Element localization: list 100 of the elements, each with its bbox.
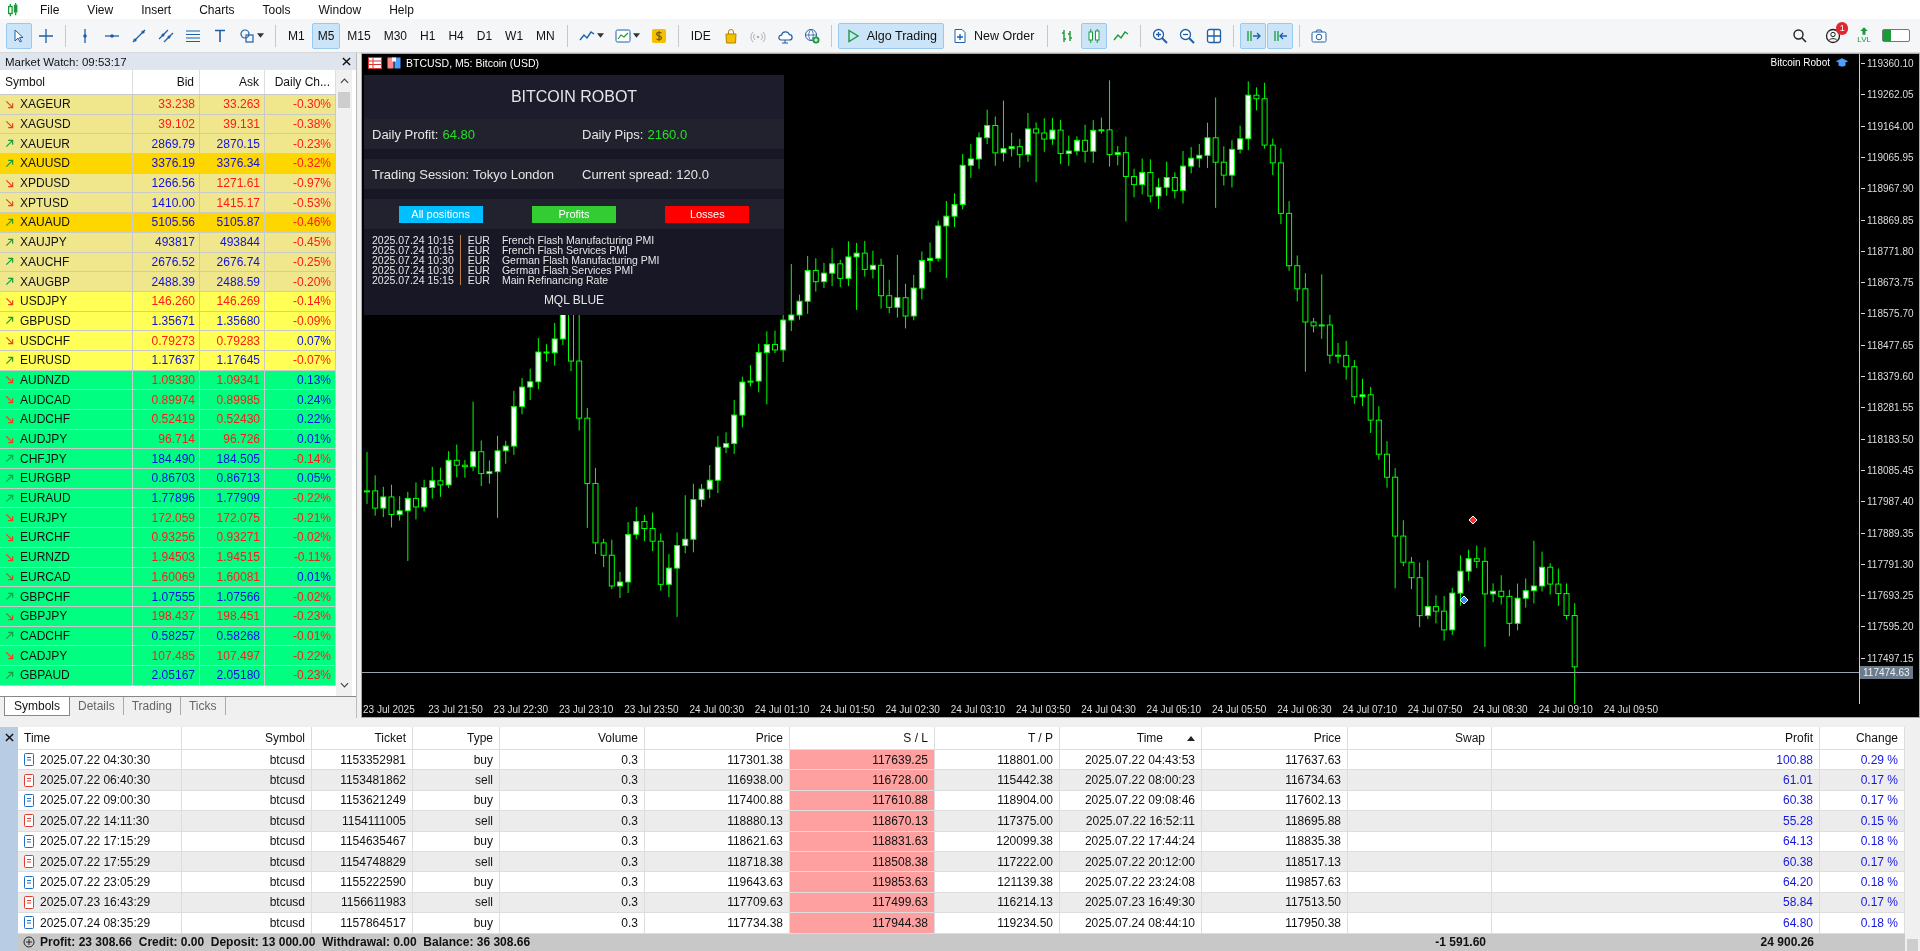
symbol-row[interactable]: GBPCHF 1.07555 1.07566 -0.02% bbox=[0, 587, 336, 607]
symbol-row[interactable]: AUDJPY 96.714 96.726 0.01% bbox=[0, 429, 336, 450]
timeframe-button[interactable]: D1 bbox=[470, 22, 499, 49]
symbol-row[interactable]: XAUEUR 2869.79 2870.15 -0.23% bbox=[0, 134, 336, 155]
lines-icon bbox=[185, 27, 201, 44]
menu-item[interactable]: File bbox=[26, 2, 74, 17]
column-header[interactable]: Price bbox=[1202, 727, 1348, 749]
toolbar-button[interactable] bbox=[1081, 22, 1108, 49]
column-header[interactable]: Profit bbox=[1492, 727, 1820, 749]
column-header[interactable]: Volume bbox=[500, 727, 645, 749]
symbol-row[interactable]: EURAUD 1.77896 1.77909 -0.22% bbox=[0, 488, 336, 509]
symbol-row[interactable]: EURGBP 0.86703 0.86713 0.05% bbox=[0, 469, 336, 489]
toolbar-button[interactable] bbox=[1240, 22, 1267, 49]
column-header[interactable]: Swap bbox=[1348, 727, 1492, 749]
expand-icon[interactable] bbox=[23, 936, 35, 949]
menu-item[interactable]: Help bbox=[375, 2, 428, 17]
column-header[interactable]: Type bbox=[413, 727, 500, 749]
scroll-thumb[interactable] bbox=[1907, 939, 1918, 951]
position-row[interactable]: 2025.07.22 17:55:29 btcusd 1154748829 sell 0.3 118718.38 118508.38 117222.00 2025.07.22 20:12:00 118517.13 60.38 0.17 % bbox=[18, 851, 1905, 873]
menu-item[interactable]: Tools bbox=[248, 2, 305, 17]
symbol-row[interactable]: EURNZD 1.94503 1.94515 -0.11% bbox=[0, 547, 336, 568]
news-currency: EUR bbox=[467, 235, 490, 245]
column-header[interactable]: Ask bbox=[200, 70, 265, 94]
position-row[interactable]: 2025.07.23 16:43:29 btcusd 1156611983 sell 0.3 117709.63 117499.63 116214.13 2025.07.23 16:49:30 117513.50 58.84 0.17 % bbox=[18, 892, 1905, 914]
column-header[interactable]: Bid bbox=[133, 70, 200, 94]
timeframe-button[interactable]: MN bbox=[530, 22, 561, 49]
symbol-row[interactable]: GBPAUD 2.05167 2.05180 -0.23% bbox=[0, 665, 336, 686]
panel-tab[interactable]: Details bbox=[70, 697, 124, 715]
symbol-row[interactable]: GBPJPY 198.437 198.451 -0.23% bbox=[0, 606, 336, 627]
symbol-row[interactable]: XAGUSD 39.102 39.131 -0.38% bbox=[0, 114, 336, 135]
timeframe-button[interactable]: H1 bbox=[414, 22, 442, 49]
timeframe-button[interactable]: H4 bbox=[442, 22, 470, 49]
column-header[interactable]: S / L bbox=[790, 727, 935, 749]
close-icon[interactable] bbox=[342, 57, 351, 66]
channel-icon bbox=[158, 27, 174, 44]
symbol-row[interactable]: USDJPY 146.260 146.269 -0.14% bbox=[0, 291, 336, 312]
column-header[interactable]: T / P bbox=[935, 727, 1060, 749]
symbol-row[interactable]: AUDCAD 0.89974 0.89985 0.24% bbox=[0, 390, 336, 410]
timeframe-button[interactable]: W1 bbox=[499, 22, 530, 49]
timeframe-button[interactable]: M5 bbox=[311, 22, 341, 49]
close-icon[interactable] bbox=[4, 733, 14, 742]
battery-icon bbox=[1882, 29, 1910, 42]
algo-trading-button[interactable]: Algo Trading bbox=[837, 22, 944, 49]
column-header[interactable]: Symbol bbox=[182, 727, 312, 749]
position-row[interactable]: 2025.07.24 08:35:29 btcusd 1157864517 buy 0.3 117734.38 117944.38 119234.50 2025.07.24 08:44:10 117950.38 64.80 0.18 % bbox=[18, 913, 1905, 934]
menu-item[interactable]: View bbox=[73, 2, 128, 17]
symbol-row[interactable]: EURUSD 1.17637 1.17645 -0.07% bbox=[0, 350, 336, 371]
symbol-row[interactable]: AUDNZD 1.09330 1.09341 0.13% bbox=[0, 370, 336, 391]
symbol-row[interactable]: XAUAUD 5105.56 5105.87 -0.46% bbox=[0, 213, 336, 233]
column-header[interactable]: Time bbox=[1060, 727, 1202, 749]
symbol-row[interactable]: USDCHF 0.79273 0.79283 0.07% bbox=[0, 331, 336, 351]
symbol-row[interactable]: AUDCHF 0.52419 0.52430 0.22% bbox=[0, 410, 336, 430]
notifications-button[interactable]: 1 bbox=[1820, 22, 1847, 49]
scrollbar[interactable] bbox=[336, 70, 352, 696]
position-row[interactable]: 2025.07.22 06:40:30 btcusd 1153481862 sell 0.3 116938.00 116728.00 115442.38 2025.07.22 08:00:23 116734.63 61.01 0.17 % bbox=[18, 770, 1905, 791]
symbol-row[interactable]: EURJPY 172.059 172.075 -0.21% bbox=[0, 508, 336, 529]
symbol-row[interactable]: XPTUSD 1410.00 1415.17 -0.53% bbox=[0, 193, 336, 214]
menu-item[interactable]: Insert bbox=[127, 2, 186, 17]
symbol-row[interactable]: XAGEUR 33.238 33.263 -0.30% bbox=[0, 95, 336, 115]
scroll-down-icon[interactable] bbox=[339, 682, 349, 688]
ide-button[interactable]: IDE bbox=[684, 22, 717, 49]
table-cell: 60.38 bbox=[1492, 790, 1820, 811]
menu-item[interactable]: Window bbox=[304, 2, 376, 17]
column-header[interactable]: Ticket bbox=[312, 727, 413, 749]
position-row[interactable]: 2025.07.22 17:15:29 btcusd 1154635467 buy 0.3 118621.63 118831.63 120099.38 2025.07.22 17:44:24 118835.38 64.13 0.18 % bbox=[18, 831, 1905, 852]
menu-item[interactable]: Charts bbox=[185, 2, 249, 17]
symbol-row[interactable]: XAUGBP 2488.39 2488.59 -0.20% bbox=[0, 272, 336, 292]
panel-tab[interactable]: Trading bbox=[123, 697, 181, 715]
toolbar-button[interactable] bbox=[1267, 22, 1294, 49]
news-date: 2025.07.24 10:15 bbox=[372, 245, 454, 255]
filter-button[interactable]: Losses bbox=[665, 205, 750, 223]
column-header[interactable]: Symbol bbox=[0, 70, 133, 94]
panel-tab[interactable]: Symbols bbox=[4, 697, 70, 716]
symbol-row[interactable]: CHFJPY 184.490 184.505 -0.14% bbox=[0, 449, 336, 470]
new-order-button[interactable]: New Order bbox=[944, 22, 1042, 49]
position-row[interactable]: 2025.07.22 23:05:29 btcusd 1155222590 buy 0.3 119643.63 119853.63 121139.38 2025.07.22 23:24:08 119857.63 64.20 0.18 % bbox=[18, 872, 1905, 893]
bid-cell: 1.35671 bbox=[133, 311, 200, 331]
symbol-cell: AUDCHF bbox=[0, 410, 133, 429]
symbol-row[interactable]: CADJPY 107.485 107.497 -0.22% bbox=[0, 646, 336, 666]
symbol-row[interactable]: XAUCHF 2676.52 2676.74 -0.25% bbox=[0, 252, 336, 273]
column-header[interactable]: Time bbox=[18, 727, 182, 749]
symbol-row[interactable]: XAUUSD 3376.19 3376.34 -0.32% bbox=[0, 154, 336, 174]
timeframe-button[interactable]: M15 bbox=[341, 22, 377, 49]
symbol-row[interactable]: CADCHF 0.58257 0.58268 -0.01% bbox=[0, 626, 336, 647]
table-cell: 0.3 bbox=[500, 811, 645, 831]
position-row[interactable]: 2025.07.22 14:11:30 btcusd 1154111005 sell 0.3 118880.13 118670.13 117375.00 2025.07.22 16:52:11 118695.88 55.28 0.15 % bbox=[18, 811, 1905, 832]
symbol-row[interactable]: XAUJPY 493817 493844 -0.45% bbox=[0, 232, 336, 253]
timeframe-button[interactable]: M1 bbox=[282, 22, 311, 49]
symbol-row[interactable]: EURCHF 0.93256 0.93271 -0.02% bbox=[0, 528, 336, 548]
symbol-row[interactable]: XPDUSD 1266.56 1271.61 -0.97% bbox=[0, 173, 336, 194]
timeframe-button[interactable]: M30 bbox=[377, 22, 414, 49]
scroll-thumb[interactable] bbox=[338, 92, 350, 108]
symbol-row[interactable]: EURCAD 1.60069 1.60081 0.01% bbox=[0, 567, 336, 588]
column-header[interactable]: Price bbox=[645, 727, 790, 749]
symbol-cell: EURGBP bbox=[0, 469, 133, 488]
panel-tab[interactable]: Ticks bbox=[180, 697, 226, 715]
symbol-row[interactable]: GBPUSD 1.35671 1.35680 -0.09% bbox=[0, 311, 336, 332]
toolbar-button[interactable] bbox=[6, 22, 32, 49]
news-currency: EUR bbox=[467, 265, 490, 275]
scroll-up-icon[interactable] bbox=[339, 78, 349, 84]
